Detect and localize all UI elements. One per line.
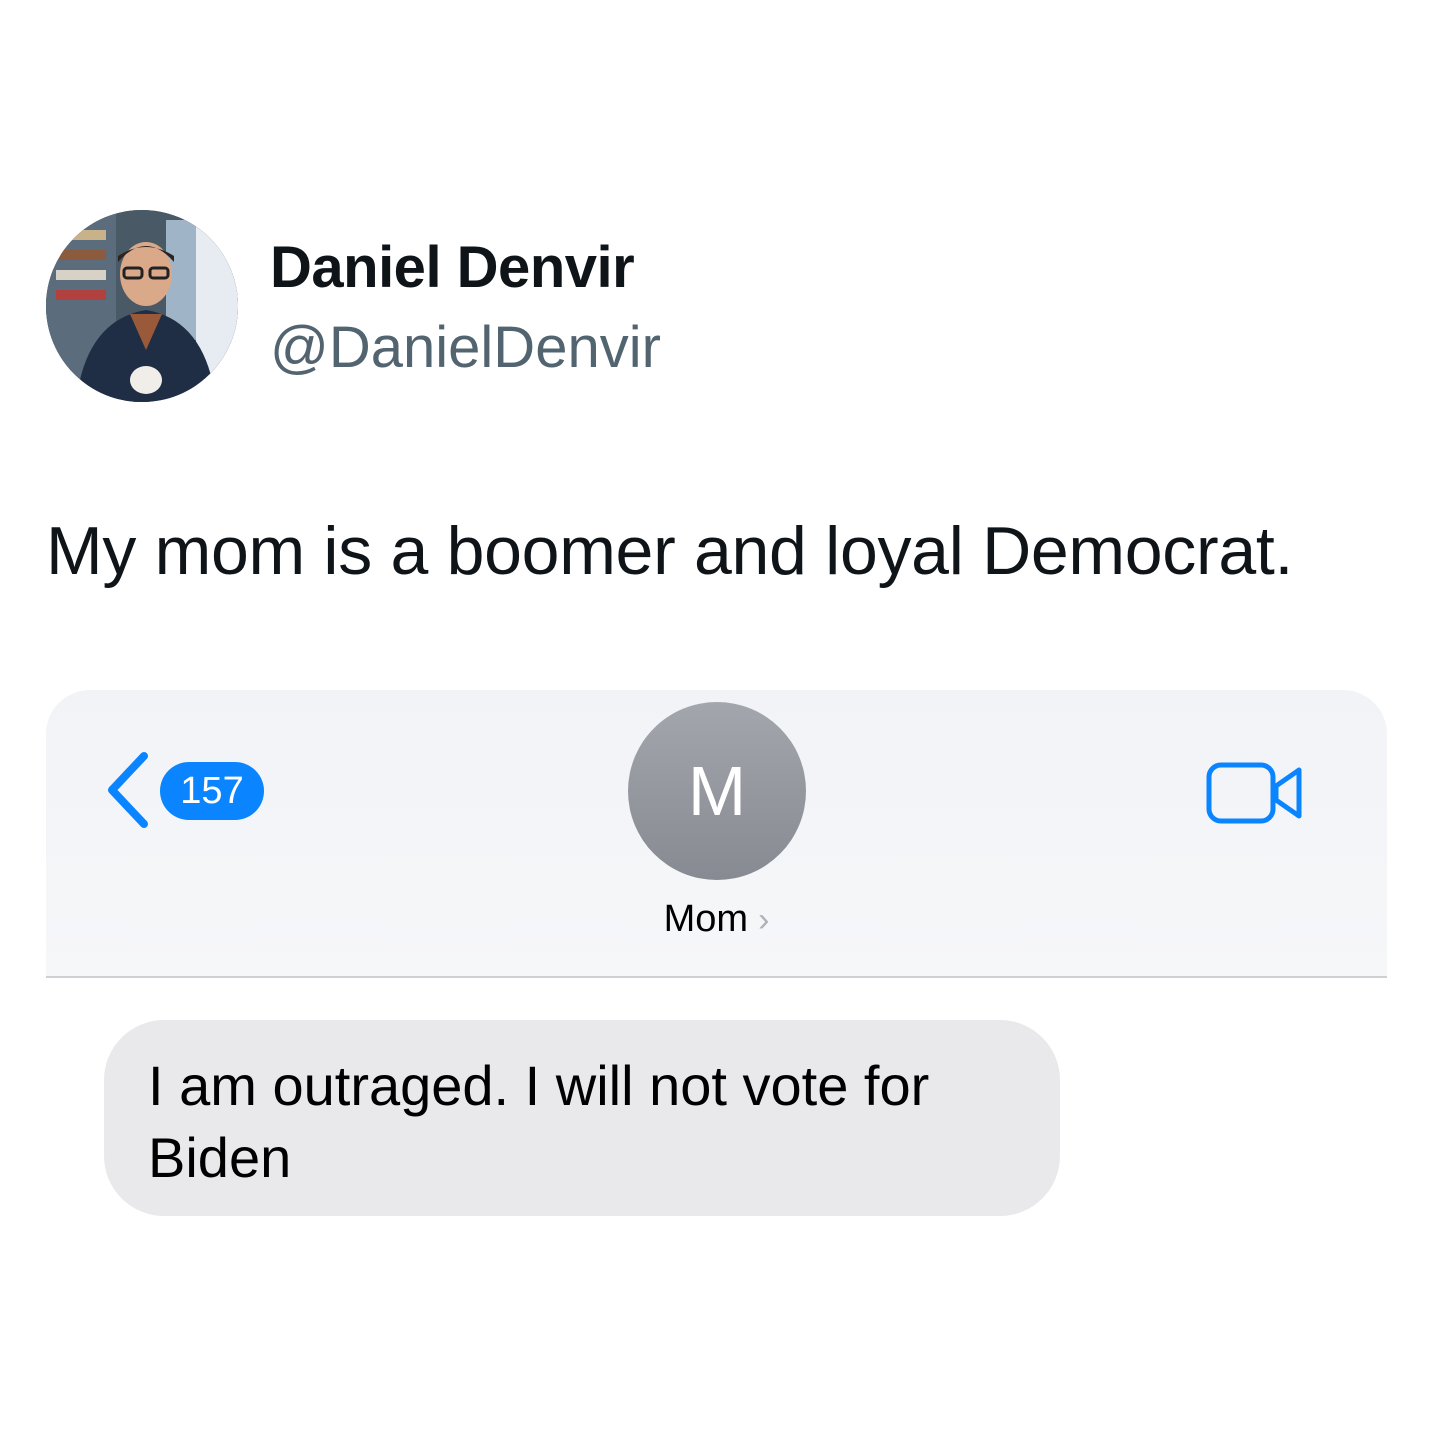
message-text-line: I am outraged. I will not vote for	[148, 1054, 930, 1117]
chevron-left-icon	[108, 752, 148, 828]
author-handle[interactable]: @DanielDenvir	[270, 314, 661, 381]
profile-photo-icon	[46, 210, 238, 402]
contact-avatar[interactable]: M	[628, 702, 806, 880]
message-text-line: Biden	[148, 1126, 292, 1189]
unread-count-badge: 157	[160, 762, 264, 820]
conversation-header: 157 M Mom ›	[46, 690, 1387, 978]
author-display-name[interactable]: Daniel Denvir	[270, 234, 635, 301]
received-message-bubble[interactable]: I am outraged. I will not vote for Biden	[104, 1020, 1060, 1216]
back-button[interactable]: 157	[102, 750, 272, 830]
contact-name-button[interactable]: Mom ›	[46, 898, 1387, 941]
tweet-text: My mom is a boomer and loyal Democrat.	[46, 513, 1294, 589]
chevron-right-icon: ›	[758, 901, 770, 939]
messages-screenshot: 157 M Mom › I am outraged. I will not vot…	[46, 690, 1387, 1250]
contact-name: Mom	[663, 898, 749, 940]
video-camera-icon[interactable]	[1206, 762, 1304, 824]
author-avatar[interactable]	[46, 210, 238, 402]
